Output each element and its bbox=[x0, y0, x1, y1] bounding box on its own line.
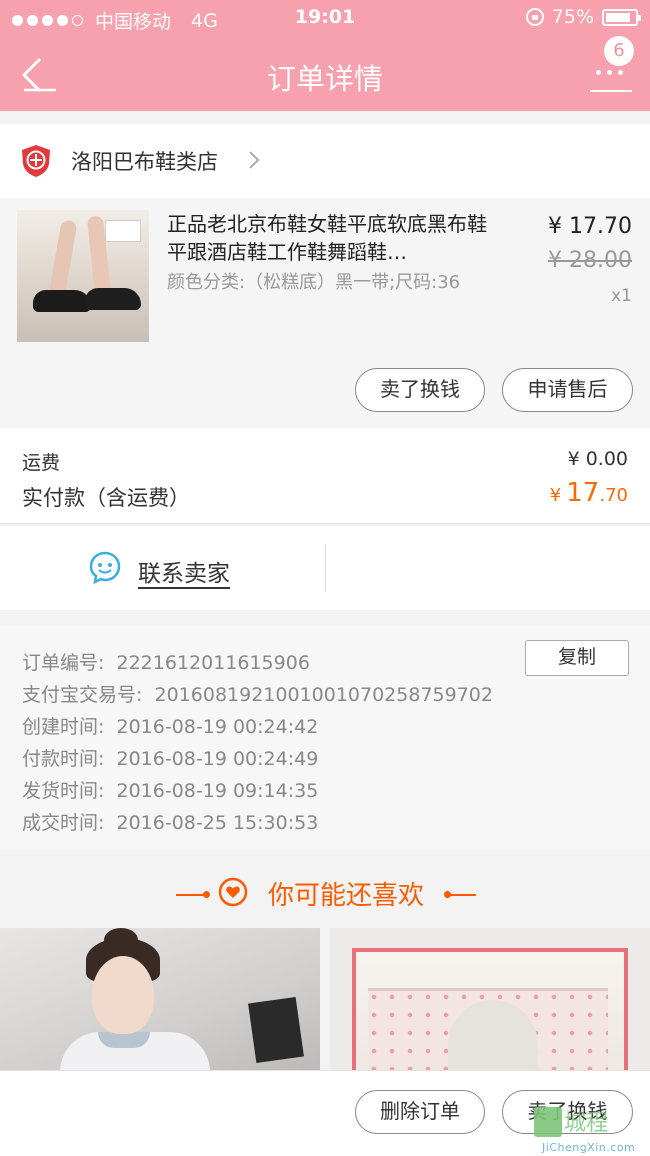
product-quantity: x1 bbox=[611, 286, 632, 306]
chevron-right-icon bbox=[249, 151, 260, 169]
page-title: 订单详情 bbox=[266, 62, 383, 96]
info-label: 付款时间: bbox=[22, 748, 105, 770]
created-time-line: 创建时间: 2016-08-19 00:24:42 bbox=[22, 712, 318, 739]
alipay-trade-number: 2016081921001001070258759702 bbox=[154, 684, 493, 706]
order-item[interactable]: 正品老北京布鞋女鞋平底软底黑布鞋平跟酒店鞋工作鞋舞蹈鞋… 颜色分类:（松糕底）黑… bbox=[0, 198, 650, 426]
product-thumbnail[interactable] bbox=[17, 210, 149, 342]
product-title[interactable]: 正品老北京布鞋女鞋平底软底黑布鞋平跟酒店鞋工作鞋舞蹈鞋… bbox=[167, 210, 497, 266]
watermark-text: 城程 bbox=[564, 1111, 609, 1136]
recommend-title-text: 你可能还喜欢 bbox=[267, 881, 424, 911]
recommend-header: 你可能还喜欢 bbox=[0, 852, 650, 928]
paid-amount: ¥ 17.70 bbox=[550, 478, 628, 508]
paid-currency: ¥ bbox=[549, 485, 562, 506]
recommend-product-image[interactable] bbox=[0, 928, 320, 1070]
status-right: 75% bbox=[525, 6, 641, 28]
order-totals: 运费 ¥ 0.00 实付款（含运费） ¥ 17.70 bbox=[0, 428, 650, 524]
store-name[interactable]: 洛阳巴布鞋类店 bbox=[71, 146, 218, 176]
completed-time-line: 成交时间: 2016-08-25 15:30:53 bbox=[22, 808, 318, 835]
info-label: 创建时间: bbox=[22, 716, 105, 738]
after-sale-button[interactable]: 申请售后 bbox=[502, 368, 633, 412]
message-count-badge: 6 bbox=[604, 36, 634, 66]
info-label: 支付宝交易号: bbox=[22, 684, 143, 706]
alipay-trade-line: 支付宝交易号: 2016081921001001070258759702 bbox=[22, 680, 493, 707]
rotation-lock-icon bbox=[525, 8, 544, 26]
paid-decimal: .70 bbox=[599, 485, 628, 506]
paid-label: 实付款（含运费） bbox=[22, 486, 190, 510]
store-row[interactable]: 洛阳巴布鞋类店 bbox=[0, 124, 650, 198]
divider bbox=[325, 544, 326, 592]
watermark-url: JiChengXin.com bbox=[542, 1141, 636, 1154]
paid-time: 2016-08-19 00:24:49 bbox=[116, 748, 319, 770]
shipping-value: ¥ 0.00 bbox=[567, 448, 628, 470]
site-watermark: 城程 JiChengXin.com bbox=[530, 1103, 650, 1156]
info-label: 发货时间: bbox=[22, 780, 105, 802]
recommend-title: 你可能还喜欢 bbox=[0, 875, 650, 912]
decor-line bbox=[448, 894, 476, 896]
recommend-product-image[interactable] bbox=[330, 928, 650, 1070]
created-time: 2016-08-19 00:24:42 bbox=[116, 716, 319, 738]
watermark-logo-icon bbox=[534, 1107, 562, 1137]
shipped-time: 2016-08-19 09:14:35 bbox=[116, 780, 319, 802]
sell-button[interactable]: 卖了换钱 bbox=[355, 368, 485, 412]
contact-section: 联系卖家 bbox=[0, 526, 650, 610]
app-header: 中国移动 4G 19:01 75% 订单详情 6 bbox=[0, 0, 650, 111]
order-number-line: 订单编号: 2221612011615906 bbox=[22, 648, 310, 675]
shipped-time-line: 发货时间: 2016-08-19 09:14:35 bbox=[22, 776, 318, 803]
battery-icon bbox=[602, 8, 641, 26]
copy-button[interactable]: 复制 bbox=[525, 640, 629, 676]
delete-order-button[interactable]: 删除订单 bbox=[355, 1090, 485, 1134]
shipping-label: 运费 bbox=[22, 452, 61, 474]
contact-seller-link[interactable]: 联系卖家 bbox=[138, 554, 230, 588]
chat-bubble-icon[interactable] bbox=[88, 550, 122, 584]
status-bar: 中国移动 4G 19:01 75% bbox=[0, 0, 650, 36]
paid-time-line: 付款时间: 2016-08-19 00:24:49 bbox=[22, 744, 318, 771]
order-number: 2221612011615906 bbox=[116, 652, 310, 674]
store-shield-icon bbox=[22, 145, 50, 177]
product-sku: 颜色分类:（松糕底）黑一带;尺码:36 bbox=[167, 272, 461, 293]
order-info: 订单编号: 2221612011615906 支付宝交易号: 201608192… bbox=[0, 626, 650, 850]
more-menu-icon[interactable] bbox=[590, 62, 632, 92]
product-original-price: ¥ 28.00 bbox=[548, 248, 632, 273]
completed-time: 2016-08-25 15:30:53 bbox=[116, 812, 319, 834]
paid-integer: 17 bbox=[566, 478, 600, 508]
info-label: 订单编号: bbox=[22, 652, 105, 674]
product-price: ¥ 17.70 bbox=[548, 214, 632, 239]
battery-percent: 75% bbox=[551, 6, 594, 28]
info-label: 成交时间: bbox=[22, 812, 105, 834]
